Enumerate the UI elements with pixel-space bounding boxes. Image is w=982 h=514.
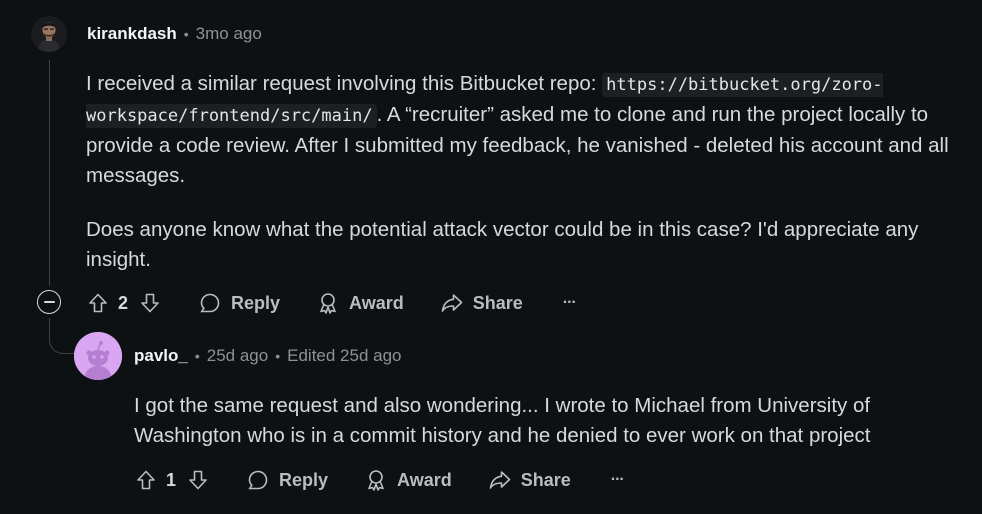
comment-body: I got the same request and also wonderin… (134, 391, 934, 451)
comment-actions: 1 Reply Award Share ··· (134, 462, 625, 498)
comment-paragraph: I got the same request and also wonderin… (134, 394, 871, 447)
edited-label: Edited 25d ago (287, 346, 402, 365)
ellipsis-icon[interactable]: ··· (563, 294, 577, 312)
arrow-up-icon[interactable] (134, 468, 158, 492)
timestamp[interactable]: 3mo ago (196, 24, 262, 44)
vote-count: 2 (118, 292, 129, 313)
avatar[interactable] (31, 16, 67, 52)
share-button[interactable]: Share (440, 291, 523, 315)
award-icon (316, 291, 340, 315)
arrow-up-icon[interactable] (86, 291, 110, 315)
comment-header: pavlo_ • 25d ago • Edited 25d ago (134, 346, 402, 366)
timestamp[interactable]: 25d ago (207, 346, 268, 366)
comment-text: I received a similar request involving t… (86, 72, 597, 95)
award-icon (364, 468, 388, 492)
comment-header: kirankdash • 3mo ago (87, 24, 262, 44)
comment-paragraph: Does anyone know what the potential atta… (86, 218, 919, 271)
award-button[interactable]: Award (316, 291, 404, 315)
share-arrow-icon (440, 291, 464, 315)
arrow-down-icon[interactable] (186, 468, 210, 492)
speech-bubble-icon (198, 291, 222, 315)
reply-connector (49, 318, 75, 354)
reply-label: Reply (231, 292, 281, 313)
share-arrow-icon (488, 468, 512, 492)
reply-button[interactable]: Reply (246, 468, 328, 492)
ellipsis-icon[interactable]: ··· (611, 471, 625, 489)
vote-group: 1 (134, 468, 210, 492)
award-button[interactable]: Award (364, 468, 452, 492)
share-button[interactable]: Share (488, 468, 571, 492)
separator-dot: • (275, 348, 281, 364)
username[interactable]: kirankdash (87, 24, 177, 44)
vote-group: 2 (86, 291, 162, 315)
separator-dot: • (183, 26, 189, 42)
thread-line[interactable] (49, 60, 50, 286)
comment-paragraph: I received a similar request involving t… (86, 69, 956, 191)
reply-button[interactable]: Reply (198, 291, 280, 315)
award-label: Award (349, 292, 404, 313)
collapse-minus-icon[interactable] (37, 290, 61, 314)
arrow-down-icon[interactable] (138, 291, 162, 315)
separator-dot: • (194, 348, 200, 364)
reply-label: Reply (279, 469, 329, 490)
avatar[interactable] (74, 332, 122, 380)
comment-actions: 2 Reply Award Share ··· (86, 285, 577, 321)
share-label: Share (520, 469, 571, 490)
speech-bubble-icon (246, 468, 270, 492)
share-label: Share (472, 292, 523, 313)
username[interactable]: pavlo_ (134, 346, 188, 366)
vote-count: 1 (166, 469, 177, 490)
comment-thread: kirankdash • 3mo ago I received a simila… (0, 0, 982, 514)
comment-body: I received a similar request involving t… (86, 69, 956, 275)
award-label: Award (397, 469, 452, 490)
